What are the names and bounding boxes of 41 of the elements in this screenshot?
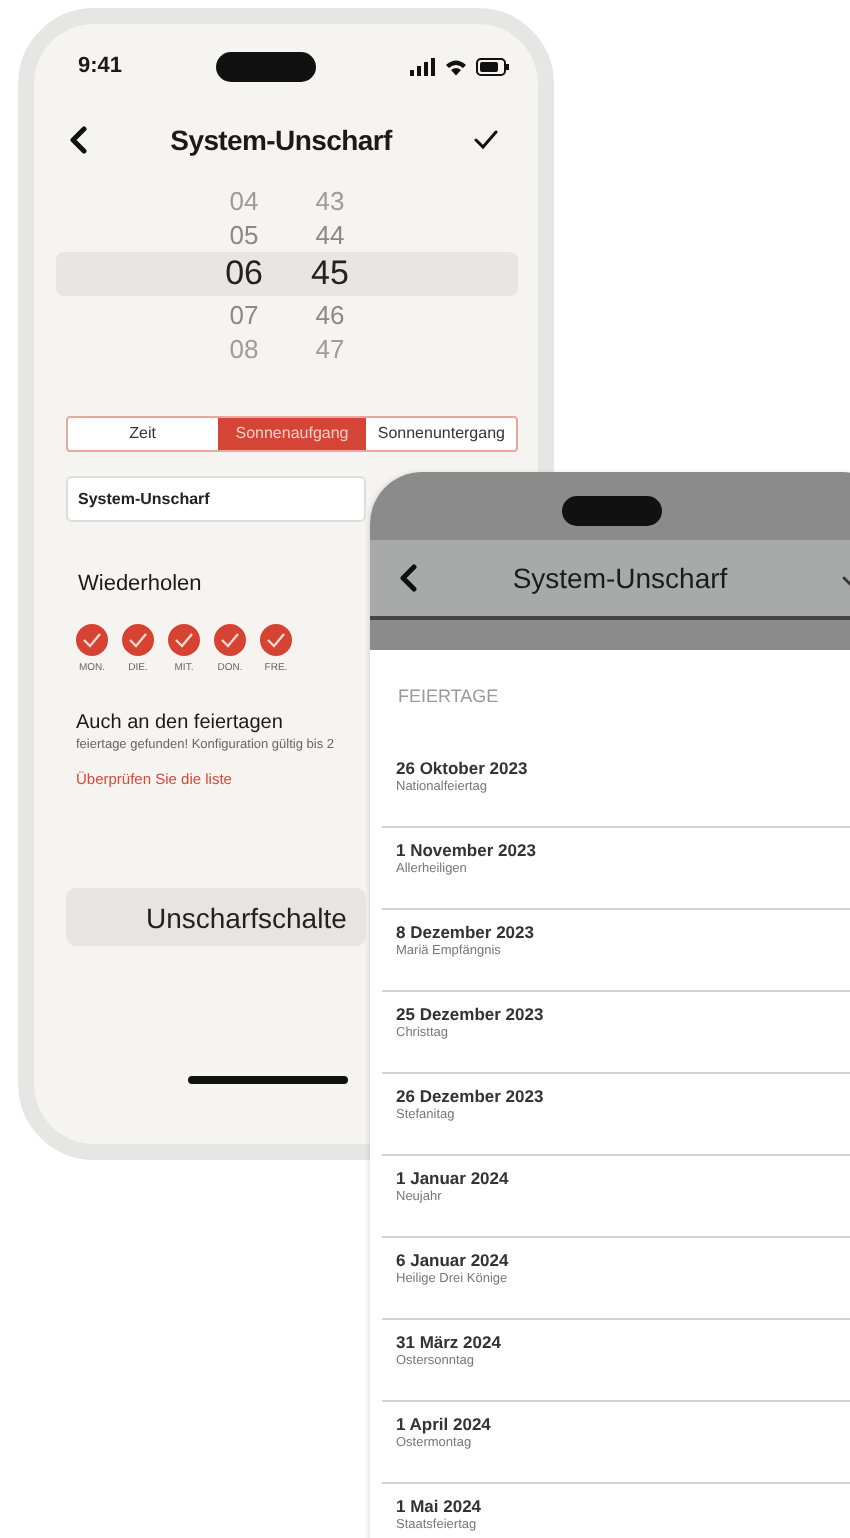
holiday-date: 1 April 2024 [396, 1414, 493, 1434]
disarm-button[interactable]: Unscharfschalte [66, 888, 366, 946]
screen-title: System-Unscharf [170, 124, 392, 156]
day-toggle[interactable] [122, 624, 154, 656]
option-title: Auch an den feiertagen [76, 712, 283, 734]
name-field[interactable]: System-Unscharf [66, 476, 366, 522]
holiday-date: 1 November 2023 [396, 840, 538, 860]
picker-value[interactable]: 45 [311, 252, 349, 296]
picker-value[interactable]: 06 [225, 252, 263, 296]
battery-icon [476, 57, 510, 75]
holiday-date: 8 Dezember 2023 [396, 922, 536, 942]
holiday-date: 1 Januar 2024 [396, 1168, 511, 1188]
signal-icon [410, 57, 436, 75]
check-icon [220, 632, 240, 648]
holiday-date: 26 Dezember 2023 [396, 1086, 546, 1106]
day-toggle[interactable] [260, 624, 292, 656]
segment-tab[interactable]: Sonnenuntergang [366, 418, 517, 450]
section-heading: Wiederholen [78, 572, 202, 596]
segment-tab[interactable]: Zeit [68, 418, 218, 450]
holiday-date: 26 Oktober 2023 [396, 758, 530, 778]
holiday-date: 25 Dezember 2023 [396, 1004, 546, 1024]
day-toggle[interactable] [214, 624, 246, 656]
checkmark-icon [474, 130, 498, 150]
holiday-date: 1 Mai 2024 [396, 1496, 484, 1516]
camera-notch [216, 51, 317, 81]
camera-notch [562, 495, 662, 525]
check-icon [266, 632, 286, 648]
time-picker[interactable]: 04 05 06 07 08 43 44 45 46 47 [56, 180, 518, 364]
day-toggle[interactable] [76, 624, 108, 656]
day-toggle[interactable] [168, 624, 200, 656]
section-heading: FEIERTAGE [396, 684, 501, 710]
check-icon [174, 632, 194, 648]
wifi-icon [444, 57, 468, 75]
check-icon [82, 632, 102, 648]
check-icon [128, 632, 148, 648]
holiday-date: 31 März 2024 [396, 1332, 503, 1352]
screen-title: System-Unscharf [512, 562, 728, 594]
status-time: 9:41 [78, 54, 123, 78]
holiday-date: 6 Januar 2024 [396, 1250, 511, 1270]
back-icon [398, 564, 418, 592]
back-icon [68, 126, 88, 154]
